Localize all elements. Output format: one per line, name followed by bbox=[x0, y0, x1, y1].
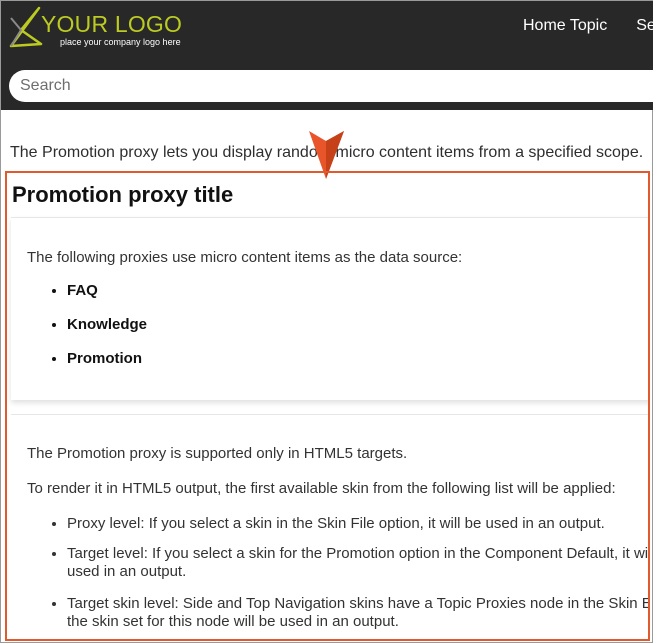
render-note: To render it in HTML5 output, the first … bbox=[27, 480, 616, 497]
logo-text: YOUR LOGO bbox=[41, 11, 183, 37]
support-note: The Promotion proxy is supported only in… bbox=[27, 445, 408, 462]
list-item: Target level: If you select a skin for t… bbox=[67, 545, 648, 581]
company-logo[interactable]: YOUR LOGO place your company logo here bbox=[9, 6, 209, 54]
list-item: Target skin level: Side and Top Navigati… bbox=[67, 595, 648, 631]
nav-item-truncated[interactable]: Se bbox=[636, 17, 653, 34]
logo-tagline: place your company logo here bbox=[60, 37, 181, 47]
sources-intro: The following proxies use micro content … bbox=[27, 249, 463, 266]
list-item: Proxy level: If you select a skin in the… bbox=[67, 515, 648, 533]
nav-home-topic[interactable]: Home Topic bbox=[523, 17, 607, 34]
support-card: The Promotion proxy is supported only in… bbox=[11, 414, 648, 639]
top-nav: Home Topic Se bbox=[523, 17, 653, 35]
promotion-proxy-frame: Promotion proxy title The following prox… bbox=[5, 171, 650, 641]
proxy-title: Promotion proxy title bbox=[12, 182, 234, 207]
sources-list: FAQ Knowledge Promotion bbox=[27, 282, 147, 384]
list-item: FAQ bbox=[67, 282, 147, 316]
skin-levels-list: Proxy level: If you select a skin in the… bbox=[27, 515, 648, 631]
search-input[interactable]: Search bbox=[9, 70, 653, 102]
sources-card: The following proxies use micro content … bbox=[11, 217, 648, 400]
search-placeholder: Search bbox=[20, 77, 71, 94]
site-header: YOUR LOGO place your company logo here H… bbox=[1, 1, 653, 110]
logo-mark-icon bbox=[9, 6, 43, 48]
list-item: Promotion bbox=[67, 350, 147, 384]
list-item: Knowledge bbox=[67, 316, 147, 350]
